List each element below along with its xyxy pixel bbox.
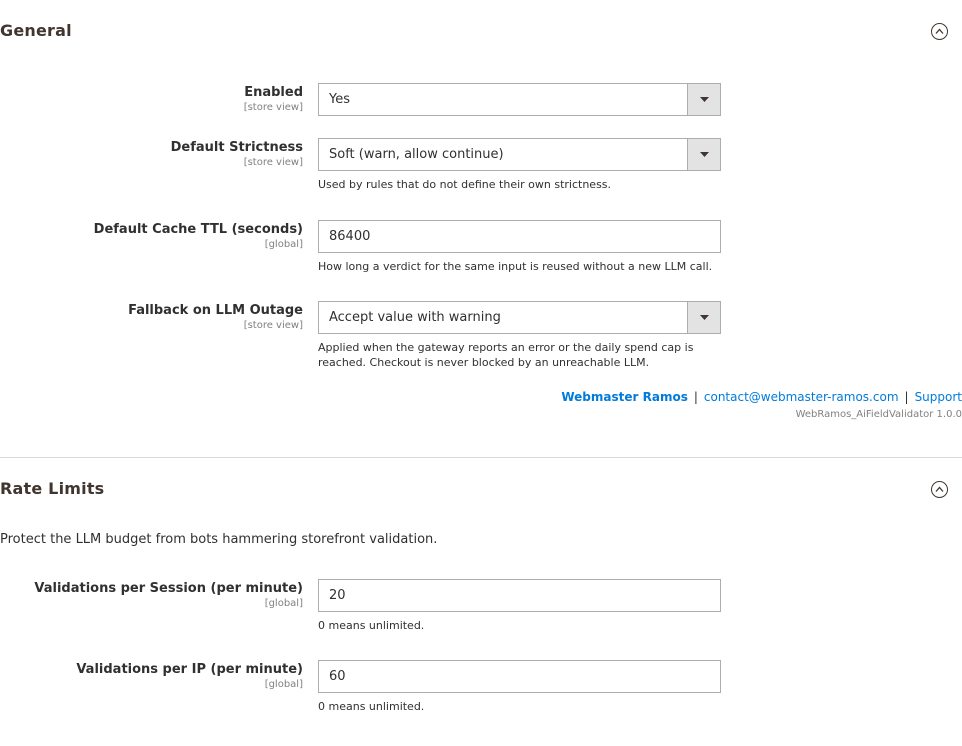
enabled-select-value: Yes	[329, 92, 350, 107]
caret-down-icon	[687, 302, 720, 333]
fallback-label: Fallback on LLM Outage	[128, 303, 303, 318]
per-ip-note: 0 means unlimited.	[318, 700, 425, 713]
strictness-label: Default Strictness	[170, 140, 303, 155]
enabled-select[interactable]: Yes	[318, 83, 721, 116]
fallback-select-value: Accept value with warning	[329, 310, 501, 325]
module-version: WebRamos_AiFieldValidator 1.0.0	[795, 409, 962, 420]
per-ip-scope: [global]	[264, 679, 303, 690]
strictness-select[interactable]: Soft (warn, allow continue)	[318, 138, 721, 171]
per-session-scope: [global]	[264, 598, 303, 609]
per-session-input[interactable]: 20	[318, 579, 721, 612]
section-title-general[interactable]: General	[0, 21, 72, 40]
cache-ttl-scope: [global]	[264, 239, 303, 250]
support-link[interactable]: Support	[915, 390, 962, 404]
per-session-value: 20	[329, 588, 346, 603]
chevron-up-circle-icon[interactable]	[931, 481, 948, 498]
cache-ttl-value: 86400	[329, 229, 371, 244]
cache-ttl-label: Default Cache TTL (seconds)	[93, 222, 303, 237]
fallback-select[interactable]: Accept value with warning	[318, 301, 721, 334]
enabled-label: Enabled	[244, 85, 303, 100]
enabled-scope: [store view]	[243, 102, 303, 113]
footer-separator: |	[904, 390, 909, 404]
per-ip-value: 60	[329, 669, 346, 684]
section-title-rate-limits[interactable]: Rate Limits	[0, 479, 104, 498]
strictness-note: Used by rules that do not define their o…	[318, 178, 612, 191]
per-ip-label: Validations per IP (per minute)	[76, 662, 303, 677]
footer-separator: |	[693, 390, 698, 404]
per-session-note: 0 means unlimited.	[318, 619, 425, 632]
per-ip-input[interactable]: 60	[318, 660, 721, 693]
contact-email-link[interactable]: contact@webmaster-ramos.com	[704, 390, 899, 404]
per-session-label: Validations per Session (per minute)	[34, 581, 303, 596]
rate-limits-intro: Protect the LLM budget from bots hammeri…	[0, 532, 438, 547]
strictness-select-value: Soft (warn, allow continue)	[329, 147, 504, 162]
caret-down-icon	[687, 84, 720, 115]
cache-ttl-note: How long a verdict for the same input is…	[318, 260, 713, 273]
fallback-scope: [store view]	[243, 320, 303, 331]
fallback-note: Applied when the gateway reports an erro…	[318, 341, 694, 369]
vendor-brand-link[interactable]: Webmaster Ramos	[561, 390, 687, 404]
strictness-scope: [store view]	[243, 157, 303, 168]
vendor-footer: Webmaster Ramos | contact@webmaster-ramos.…	[561, 390, 962, 404]
caret-down-icon	[687, 139, 720, 170]
section-divider	[0, 457, 962, 458]
cache-ttl-input[interactable]: 86400	[318, 220, 721, 253]
chevron-up-circle-icon[interactable]	[931, 23, 948, 40]
